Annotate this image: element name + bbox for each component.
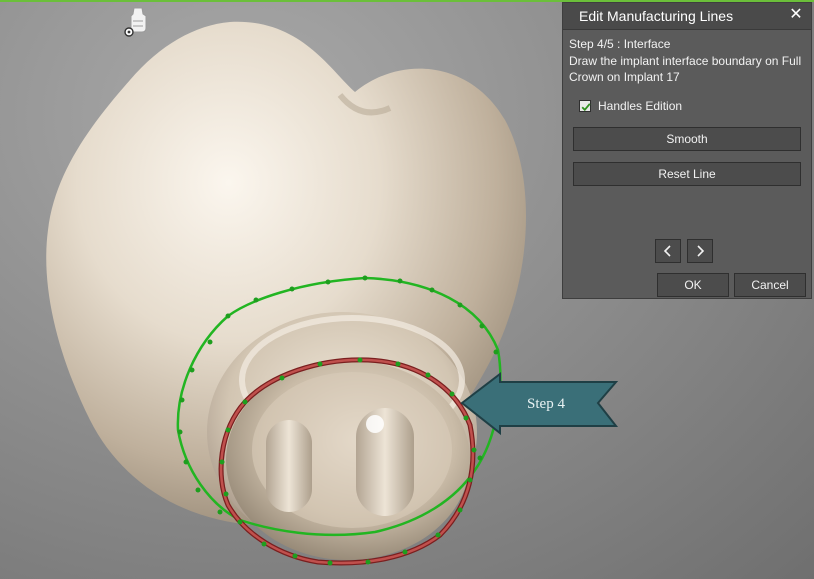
step-description: Draw the implant interface boundary on F… [569, 54, 802, 84]
next-step-button[interactable] [687, 239, 713, 263]
abutment-icon[interactable] [122, 6, 152, 38]
previous-step-button[interactable] [655, 239, 681, 263]
step-callout: Step 4 [460, 371, 619, 436]
close-icon[interactable]: ✕ [787, 6, 805, 24]
specular-highlight [366, 415, 384, 433]
chevron-left-icon [663, 245, 671, 257]
reset-line-button[interactable]: Reset Line [573, 162, 801, 186]
ok-button[interactable]: OK [657, 273, 729, 297]
step-callout-label: Step 4 [527, 396, 565, 412]
cancel-button[interactable]: Cancel [734, 273, 806, 297]
smooth-button[interactable]: Smooth [573, 127, 801, 151]
chevron-right-icon [697, 245, 705, 257]
step-title: Step 4/5 : Interface [569, 37, 671, 51]
handles-edition-checkbox[interactable] [579, 100, 591, 112]
check-icon [581, 103, 591, 112]
implant-peg-left [266, 420, 312, 512]
edit-manufacturing-lines-panel: Edit Manufacturing Lines ✕ Step 4/5 : In… [562, 2, 812, 299]
panel-title: Edit Manufacturing Lines [579, 8, 734, 24]
handles-edition-label: Handles Edition [598, 99, 683, 113]
panel-header[interactable]: Edit Manufacturing Lines ✕ [563, 3, 811, 30]
handles-edition-toggle[interactable]: Handles Edition [579, 98, 682, 114]
implant-peg-right [356, 408, 414, 516]
